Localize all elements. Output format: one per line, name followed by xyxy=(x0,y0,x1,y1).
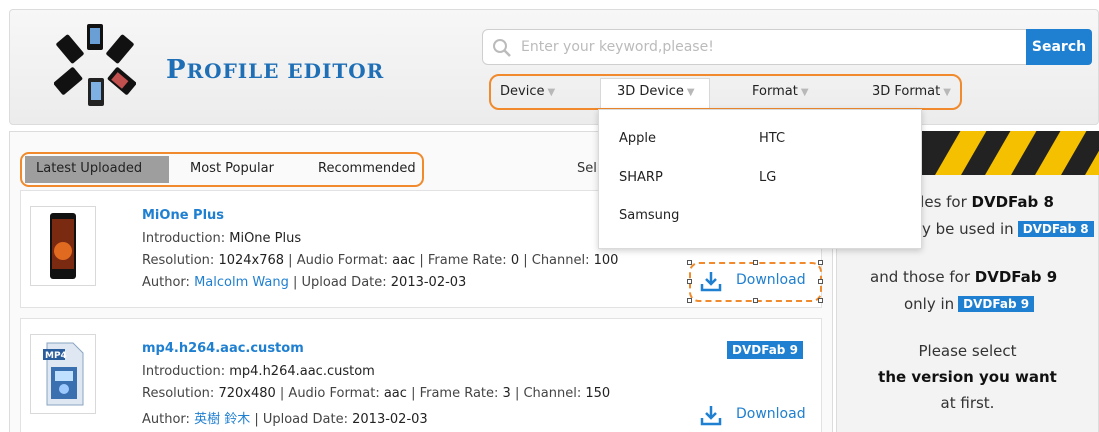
dropdown-item-sharp[interactable]: SHARP xyxy=(619,170,663,185)
dvdfab9-badge: DVDFab 9 xyxy=(958,296,1035,312)
triangle-down-icon: ▼ xyxy=(800,87,809,98)
item-specs: Resolution: 1024x768 | Audio Format: aac… xyxy=(142,253,619,268)
item-title-link[interactable]: mp4.h264.aac.custom xyxy=(142,341,304,356)
resize-handle xyxy=(818,260,823,265)
item-author: Author: 英樹 鈴木 | Upload Date: 2013-02-03 xyxy=(142,412,428,427)
mp4-thumbnail[interactable]: MP4 xyxy=(30,334,96,414)
download-icon xyxy=(700,272,722,292)
dvdfab8-badge: DVDFab 8 xyxy=(1017,221,1094,237)
dropdown-item-lg[interactable]: LG xyxy=(759,170,776,185)
item-introduction: Introduction: mp4.h264.aac.custom xyxy=(142,364,375,379)
sidebar-line-5: Please select xyxy=(918,342,1017,360)
resize-handle xyxy=(687,298,692,303)
brand-title: PROFILE EDITOR xyxy=(166,55,385,85)
triangle-down-icon: ▼ xyxy=(686,87,695,98)
item-introduction: Introduction: MiOne Plus xyxy=(142,231,302,246)
sidebar-line-1: iles for DVDFab 8 xyxy=(916,193,1054,211)
sidebar-line-6: the version you want xyxy=(878,368,1057,386)
tab-recommended[interactable]: Recommended xyxy=(318,161,416,176)
sidebar-line-2: y be used in DVDFab 8 xyxy=(922,220,1094,238)
sidebar-line-4: only in DVDFab 9 xyxy=(904,295,1035,313)
sidebar-line-7: at first. xyxy=(940,394,995,412)
search-icon xyxy=(493,39,511,57)
author-link[interactable]: 英樹 鈴木 xyxy=(194,412,250,427)
tab-most-popular[interactable]: Most Popular xyxy=(190,161,274,176)
download-icon xyxy=(700,406,722,426)
dropdown-item-samsung[interactable]: Samsung xyxy=(619,208,679,223)
triangle-down-icon: ▼ xyxy=(943,87,951,98)
dropdown-item-htc[interactable]: HTC xyxy=(759,131,785,146)
phone-image-icon xyxy=(50,213,76,279)
resize-handle xyxy=(687,279,692,284)
nav-3d-device[interactable]: 3D Device ▼ xyxy=(617,84,695,99)
download-button[interactable]: Download xyxy=(700,270,815,292)
mp4-file-icon: MP4 xyxy=(43,342,84,406)
resize-handle xyxy=(753,260,758,265)
nav-3d-format[interactable]: 3D Format ▼ xyxy=(872,84,951,99)
resize-handle xyxy=(687,260,692,265)
dropdown-item-apple[interactable]: Apple xyxy=(619,131,656,146)
select-version-label: Sel xyxy=(577,161,597,176)
version-badge: DVDFab 9 xyxy=(727,341,803,359)
search-box[interactable] xyxy=(482,29,1027,65)
author-link[interactable]: Malcolm Wang xyxy=(194,275,289,290)
nav-device[interactable]: Device ▼ xyxy=(500,84,555,99)
device-dropdown-menu: Apple HTC SHARP LG Samsung xyxy=(598,109,922,249)
item-author: Author: Malcolm Wang | Upload Date: 2013… xyxy=(142,275,467,290)
search-input[interactable] xyxy=(521,35,1011,59)
triangle-down-icon: ▼ xyxy=(547,87,556,98)
item-title-link[interactable]: MiOne Plus xyxy=(142,208,224,223)
svg-text:MP4: MP4 xyxy=(45,351,67,361)
phones-logo-icon xyxy=(54,24,136,106)
resize-handle xyxy=(818,279,823,284)
search-button[interactable]: Search xyxy=(1026,29,1092,65)
resize-handle xyxy=(818,298,823,303)
sidebar-line-3: and those for DVDFab 9 xyxy=(870,268,1058,286)
nav-format[interactable]: Format ▼ xyxy=(752,84,809,99)
tab-latest-uploaded[interactable]: Latest Uploaded xyxy=(36,161,142,176)
item-specs: Resolution: 720x480 | Audio Format: aac … xyxy=(142,386,611,401)
resize-handle xyxy=(753,298,758,303)
phone-thumbnail[interactable] xyxy=(30,206,96,286)
download-button[interactable]: Download xyxy=(700,404,815,426)
